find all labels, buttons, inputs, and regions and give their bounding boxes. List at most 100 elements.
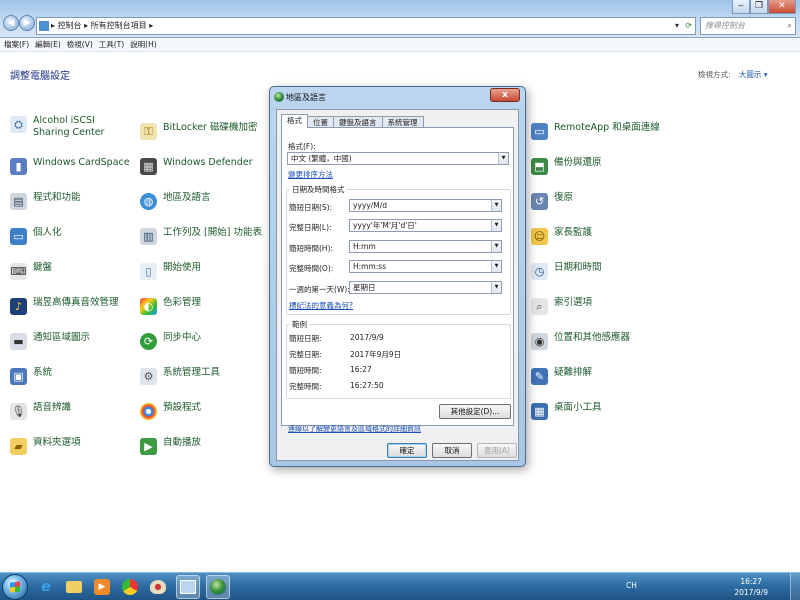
show-desktop-button[interactable]: [790, 573, 800, 600]
cp-item-keyboard[interactable]: ⌨ 鍵盤: [10, 262, 52, 280]
short-time-select[interactable]: H:mm ▼: [349, 240, 502, 253]
cp-item-admin-tools[interactable]: ⚙ 系統管理工具: [140, 367, 220, 385]
cp-item-cardspace[interactable]: ▮ Windows CardSpace: [10, 157, 130, 175]
explorer-folder-icon[interactable]: [62, 575, 86, 599]
cp-item-speech-recognition[interactable]: 🎙 語音辨識: [10, 402, 71, 420]
short-date-value: yyyy/M/d: [353, 201, 388, 210]
cp-item-system[interactable]: ▣ 系統: [10, 367, 52, 385]
format-select[interactable]: 中文 (繁體，中國) ▼: [287, 152, 509, 165]
online-info-link[interactable]: 連線以了解變更語言及區域格式的詳細資訊: [288, 424, 421, 434]
chevron-down-icon: ▼: [491, 200, 501, 211]
cp-item-region-language[interactable]: ◍ 地區及語言: [140, 192, 211, 210]
menu-view[interactable]: 檢視(V): [67, 38, 93, 51]
forward-button[interactable]: ▶: [19, 15, 35, 31]
cp-item-label: Windows Defender: [163, 157, 253, 168]
example-short-time-label: 簡短時間:: [289, 366, 322, 375]
example-short-date-value: 2017/9/9: [350, 333, 384, 342]
minimize-button[interactable]: ‒: [732, 0, 750, 14]
control-panel-taskbar-icon[interactable]: [176, 575, 200, 599]
cp-item-label: 系統管理工具: [163, 367, 221, 378]
cp-item-folder-options[interactable]: ▰ 資料夾選項: [10, 437, 81, 455]
additional-settings-button[interactable]: 其他設定(D)...: [439, 404, 511, 419]
cp-item-label: 通知區域圖示: [33, 332, 91, 343]
cp-item-label: 資料夾選項: [33, 437, 81, 448]
control-panel-icon: [39, 21, 49, 31]
short-date-select[interactable]: yyyy/M/d ▼: [349, 199, 502, 212]
clock[interactable]: 16:27 2017/9/9: [734, 576, 768, 598]
cp-item-default-programs[interactable]: 預設程式: [140, 402, 201, 420]
paint-icon[interactable]: ●: [146, 575, 170, 599]
cp-item-autoplay[interactable]: ▶ 自動播放: [140, 437, 201, 455]
first-day-select[interactable]: 星期日 ▼: [349, 281, 502, 294]
ime-indicator[interactable]: CH: [626, 581, 637, 590]
start-button[interactable]: [2, 574, 28, 600]
close-button[interactable]: ✕: [768, 0, 796, 14]
cp-item-getting-started[interactable]: ▯ 開始使用: [140, 262, 201, 280]
view-by-dropdown[interactable]: 大圖示 ▾: [739, 70, 768, 79]
address-dropdown-icon[interactable]: ▾: [675, 18, 679, 34]
cp-item-alcohol-iscsi[interactable]: ⛭ Alcohol iSCSI Sharing Center: [10, 115, 123, 139]
chrome-icon[interactable]: [118, 575, 142, 599]
chevron-down-icon: ▼: [491, 220, 501, 231]
first-day-value: 星期日: [353, 283, 376, 292]
cp-item-label: Alcohol iSCSI Sharing Center: [33, 115, 105, 138]
cp-item-label: 復原: [554, 192, 574, 203]
menu-help[interactable]: 說明(H): [130, 38, 157, 51]
cp-item-programs[interactable]: ▤ 程式和功能: [10, 192, 81, 210]
long-time-select[interactable]: H:mm:ss ▼: [349, 260, 502, 273]
breadcrumb-separator: ▸: [149, 21, 154, 30]
datetime-group: 日期及時間格式 簡短日期(S): yyyy/M/d ▼ 完整日期(L): yyyy…: [286, 184, 511, 315]
dialog-close-button[interactable]: x: [490, 88, 520, 102]
cancel-button[interactable]: 取消: [432, 443, 472, 458]
media-player-icon[interactable]: ▶: [90, 575, 114, 599]
cp-item-bitlocker[interactable]: ⚿ BitLocker 磁碟機加密: [140, 122, 257, 140]
cp-item-backup-restore[interactable]: ⬒ 備份與還原: [531, 157, 602, 175]
example-short-time-value: 16:27: [350, 365, 372, 374]
cp-item-label: 桌面小工具: [554, 402, 602, 413]
breadcrumb-control-panel[interactable]: 控制台: [58, 21, 82, 30]
menu-edit[interactable]: 編輯(E): [35, 38, 61, 51]
apply-button[interactable]: 套用(A): [477, 443, 517, 458]
monitor-icon: ▭: [10, 228, 27, 245]
maximize-button[interactable]: ❐: [750, 0, 768, 14]
cp-item-remoteapp[interactable]: ▭ RemoteApp 和桌面連線: [531, 122, 660, 140]
cp-item-desktop-gadgets[interactable]: ▦ 桌面小工具: [531, 402, 602, 420]
long-date-select[interactable]: yyyy'年'M'月'd'日' ▼: [349, 219, 502, 232]
network-sharing-icon: ⛭: [10, 116, 27, 133]
address-bar[interactable]: ▸ 控制台 ▸ 所有控制台項目 ▸ ▾ ⟳: [36, 17, 696, 35]
example-long-time-value: 16:27:50: [350, 381, 384, 390]
cp-item-parental-controls[interactable]: ☺ 家長監護: [531, 227, 592, 245]
cp-item-personalization[interactable]: ▭ 個人化: [10, 227, 62, 245]
cp-item-windows-defender[interactable]: ▦ Windows Defender: [140, 157, 253, 175]
cp-item-recovery[interactable]: ↺ 復原: [531, 192, 573, 210]
default-programs-icon: [140, 403, 157, 420]
example-long-date-label: 完整日期:: [289, 350, 322, 359]
menu-file[interactable]: 檔案(F): [4, 38, 29, 51]
cp-item-taskbar-start[interactable]: ▥ 工作列及 [開始] 功能表: [140, 227, 262, 245]
cp-item-date-time[interactable]: ◷ 日期和時間: [531, 262, 602, 280]
globe-icon: [274, 92, 284, 102]
sensor-icon: ◉: [531, 333, 548, 350]
chevron-down-icon: ▼: [491, 241, 501, 252]
cp-item-indexing-options[interactable]: ⌕ 索引選項: [531, 297, 592, 315]
cp-item-realtek-audio[interactable]: ♪ 瑞昱高傳真音效管理: [10, 297, 119, 315]
internet-explorer-icon[interactable]: e: [34, 575, 58, 599]
cp-item-label: Windows CardSpace: [33, 157, 130, 168]
tab-formats[interactable]: 格式: [281, 114, 308, 128]
page-title: 調整電腦設定: [10, 71, 70, 82]
breadcrumb-all-items[interactable]: 所有控制台項目: [91, 21, 147, 30]
cp-item-color-management[interactable]: ◐ 色彩管理: [140, 297, 201, 315]
menu-tools[interactable]: 工具(T): [99, 38, 124, 51]
back-button[interactable]: ◀: [3, 15, 19, 31]
region-language-taskbar-icon[interactable]: [206, 575, 230, 599]
notation-link[interactable]: 標記法的意義為何?: [289, 300, 353, 311]
cp-item-notification-icons[interactable]: ▬ 通知區域圖示: [10, 332, 90, 350]
ok-button[interactable]: 確定: [387, 443, 427, 458]
cp-item-troubleshooting[interactable]: ✎ 疑難排解: [531, 367, 592, 385]
refresh-icon[interactable]: ⟳: [685, 18, 692, 34]
cp-item-sync-center[interactable]: ⟳ 同步中心: [140, 332, 201, 350]
backup-icon: ⬒: [531, 158, 548, 175]
search-input[interactable]: 搜尋控制台 ⌕: [700, 17, 796, 35]
change-sort-link[interactable]: 變更排序方法: [288, 169, 333, 180]
cp-item-location-sensors[interactable]: ◉ 位置和其他感應器: [531, 332, 630, 350]
